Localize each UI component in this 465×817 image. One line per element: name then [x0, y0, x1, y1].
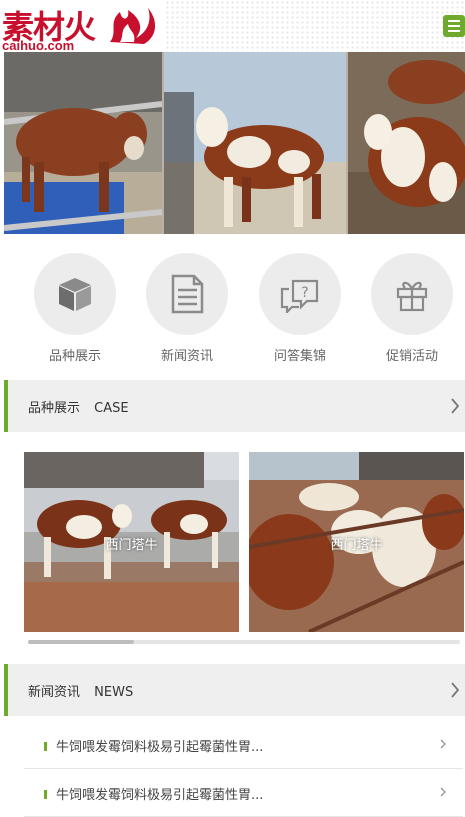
logo-domain: caihuo.com: [2, 38, 75, 52]
products-section-header[interactable]: 品种展示 CASE: [4, 380, 465, 432]
banner-carousel[interactable]: [4, 52, 465, 234]
question-chat-icon: ?: [280, 279, 319, 313]
category-qa[interactable]: ? 问答集锦: [250, 253, 350, 364]
flame-logo-icon: [110, 8, 156, 44]
gift-icon: [396, 281, 428, 312]
product-card[interactable]: 西门塔牛: [249, 452, 464, 632]
carousel-scrollbar[interactable]: [28, 640, 460, 644]
section-title: 品种展示: [28, 401, 81, 416]
chevron-right-icon[interactable]: [449, 396, 461, 416]
cattle-photo: [164, 52, 346, 234]
scrollbar-thumb[interactable]: [28, 640, 134, 644]
chevron-right-icon[interactable]: [449, 680, 461, 700]
category-promotions[interactable]: 促销活动: [362, 253, 462, 364]
category-products[interactable]: 品种展示: [25, 253, 125, 364]
section-title-en: CASE: [94, 401, 129, 416]
list-bullet: [44, 790, 47, 799]
category-label: 品种展示: [48, 349, 101, 364]
chevron-right-icon: [440, 739, 446, 749]
category-news[interactable]: 新闻资讯: [137, 253, 237, 364]
site-header: 素材火 caihuo.com: [0, 0, 465, 52]
chevron-right-icon: [440, 787, 446, 797]
box-icon: [59, 278, 91, 311]
svg-text:?: ?: [301, 285, 308, 301]
document-icon: [171, 274, 204, 314]
category-label: 问答集锦: [273, 349, 326, 364]
banner-photo-1: [4, 52, 162, 234]
banner-photo-2: [164, 52, 346, 234]
news-list-item[interactable]: 牛饲喂发霉饲料极易引起霉菌性胃...: [24, 770, 463, 817]
list-bullet: [44, 742, 47, 751]
hamburger-menu-icon[interactable]: [443, 15, 465, 37]
category-nav: 品种展示 新闻资讯 ? 问答集锦 促销活动: [0, 248, 465, 368]
product-carousel[interactable]: 西门塔牛 西门塔牛: [24, 452, 465, 632]
news-section-header[interactable]: 新闻资讯 NEWS: [4, 664, 465, 716]
cattle-photo: [348, 52, 465, 234]
product-caption: 西门塔牛: [105, 538, 158, 553]
section-title: 新闻资讯: [28, 685, 81, 700]
news-list-item[interactable]: 牛饲喂发霉饲料极易引起霉菌性胃...: [24, 722, 463, 769]
news-title[interactable]: 牛饲喂发霉饲料极易引起霉菌性胃...: [56, 736, 426, 755]
banner-photo-3: [348, 52, 465, 234]
news-title[interactable]: 牛饲喂发霉饲料极易引起霉菌性胃...: [56, 784, 426, 803]
category-label: 新闻资讯: [160, 349, 213, 364]
category-label: 促销活动: [385, 349, 438, 364]
site-logo[interactable]: 素材火 caihuo.com: [0, 0, 170, 52]
product-caption: 西门塔牛: [330, 538, 383, 553]
product-card[interactable]: 西门塔牛: [24, 452, 239, 632]
section-title-en: NEWS: [94, 685, 134, 700]
world-map-background: [165, 0, 465, 52]
cattle-photo: [4, 52, 162, 234]
